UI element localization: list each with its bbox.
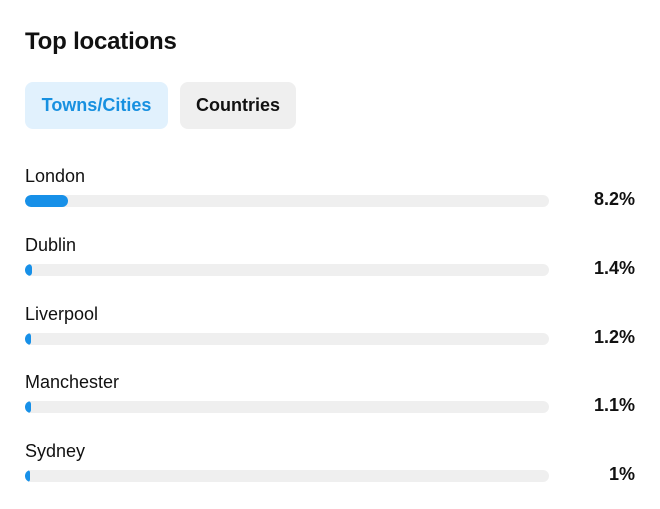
location-name: Dublin	[25, 234, 77, 255]
location-percent: 1.4%	[593, 257, 635, 278]
progress-fill	[25, 263, 33, 276]
location-percent: 1%	[608, 464, 635, 484]
location-percent: 1.2%	[593, 326, 635, 347]
progress-fill	[25, 195, 68, 207]
progress-track	[25, 195, 549, 207]
progress-track	[25, 470, 549, 482]
progress-track	[25, 263, 549, 276]
location-name: Manchester	[25, 372, 120, 393]
section-title: Top locations	[25, 28, 177, 55]
location-row: Dublin 1.4%	[25, 234, 637, 303]
progress-track	[25, 401, 549, 414]
progress-fill	[25, 332, 32, 345]
progress-fill	[25, 401, 31, 414]
location-name: Sydney	[25, 441, 86, 461]
location-row: Manchester 1.1%	[25, 371, 637, 440]
location-name: Liverpool	[25, 303, 99, 324]
tab-towns-cities[interactable]: Towns/Cities	[25, 82, 168, 129]
location-name: London	[25, 166, 86, 186]
location-percent: 1.1%	[593, 395, 635, 416]
location-row: Liverpool 1.2%	[25, 303, 637, 372]
location-row: Sydney 1%	[25, 440, 637, 509]
progress-fill	[25, 470, 31, 482]
location-percent: 8.2%	[593, 189, 635, 209]
location-list: London 8.2% Dublin 1.4% Liverpool 1.2% M…	[25, 165, 637, 509]
location-type-tabs: Towns/Cities Countries	[25, 82, 296, 129]
location-row: London 8.2%	[25, 165, 637, 234]
progress-track	[25, 332, 549, 345]
tab-countries[interactable]: Countries	[180, 82, 296, 129]
